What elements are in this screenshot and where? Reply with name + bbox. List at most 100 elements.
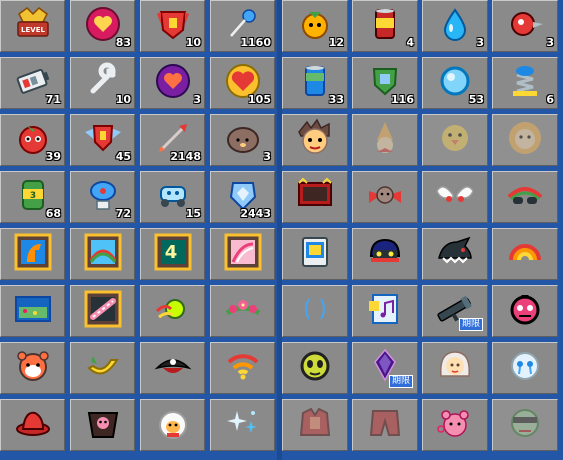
skull-mask-icon <box>505 289 545 329</box>
green-orb-icon <box>153 289 193 329</box>
doll-girl-icon <box>435 346 475 386</box>
inventory-slot-wifi-signal[interactable] <box>210 342 275 394</box>
inventory-slot-rainbow-goggles[interactable] <box>492 171 558 223</box>
soda-can-icon <box>365 4 405 44</box>
inventory-slot-spiky-hair-boy[interactable] <box>282 114 348 166</box>
inventory-slot-heart-locket[interactable]: 105 <box>210 57 275 109</box>
purple-coin-icon <box>153 61 193 101</box>
inventory-slot-spring-toy[interactable]: 6 <box>492 57 558 109</box>
inventory-slot-hedgehog[interactable]: 3 <box>210 114 275 166</box>
inventory-slot-red-monitor[interactable] <box>282 171 348 223</box>
inventory-slot-green-can[interactable]: 3 68 <box>0 171 65 223</box>
shark-hat-icon <box>435 232 475 272</box>
inventory-slot-alien-head[interactable] <box>282 342 348 394</box>
inventory-slot-shark-hat[interactable] <box>422 228 488 280</box>
inventory-slot-horse-frame[interactable] <box>0 228 65 280</box>
drill-icon <box>505 4 545 44</box>
svg-text:4: 4 <box>164 242 177 263</box>
skull-cape-icon <box>83 403 123 443</box>
whiskers-icon <box>295 289 335 329</box>
inventory-slot-soda-can[interactable]: 4 <box>352 0 418 52</box>
inventory-slot-wrench[interactable]: 10 <box>70 57 135 109</box>
inventory-slot-skull-mask[interactable] <box>492 285 558 337</box>
inventory-slot-masked-face[interactable] <box>492 399 558 451</box>
red-pants-icon <box>365 403 405 443</box>
inventory-slot-pink-frame[interactable] <box>210 228 275 280</box>
inventory-slot-purple-heart-coin[interactable]: 3 <box>140 57 205 109</box>
item-quantity: 105 <box>248 93 271 106</box>
item-quantity: 33 <box>328 93 344 106</box>
item-quantity: 3 <box>546 36 554 49</box>
inventory-slot-doll-girl[interactable] <box>422 342 488 394</box>
frame-horse-icon <box>13 232 53 272</box>
inventory-slot-lion-face[interactable] <box>492 114 558 166</box>
wifi-icon <box>223 346 263 386</box>
item-quantity: 68 <box>45 207 61 220</box>
inventory-slot-red-hat[interactable] <box>0 399 65 451</box>
inventory-slot-blue-device[interactable] <box>282 228 348 280</box>
red-hat-icon <box>13 403 53 443</box>
inventory-slot-landscape-card[interactable] <box>0 285 65 337</box>
item-quantity: 10 <box>115 93 131 106</box>
inventory-slot-satellite-dish[interactable]: 72 <box>70 171 135 223</box>
inventory-slot-drill-bot[interactable]: 3 <box>492 0 558 52</box>
inventory-slot-candy-frame[interactable] <box>70 285 135 337</box>
inventory-slot-white-wings[interactable] <box>422 171 488 223</box>
inventory-slot-sheep-doll[interactable] <box>140 399 205 451</box>
item-quantity: 53 <box>468 93 484 106</box>
inventory-slot-battery-item[interactable]: 71 <box>0 57 65 109</box>
inventory-slot-crying-ghost[interactable] <box>492 342 558 394</box>
inventory-slot-yellow-chick[interactable] <box>422 114 488 166</box>
inventory-slot-red-jacket[interactable] <box>282 399 348 451</box>
inventory-slot-level4-frame[interactable]: 4 <box>140 228 205 280</box>
inventory-slot-blue-pin[interactable]: 1160 <box>210 0 275 52</box>
frame-rainbow-icon <box>83 232 123 272</box>
inventory-slot-purple-crystal[interactable]: 期限 <box>352 342 418 394</box>
inventory-slot-party-hat-ghost[interactable] <box>352 114 418 166</box>
inventory-slot-orange-fruit-bot[interactable]: 12 <box>282 0 348 52</box>
inventory-slot-ribbon-bear[interactable] <box>352 171 418 223</box>
inventory-slot-robot-helmet[interactable] <box>352 228 418 280</box>
frame-pink-icon <box>223 232 263 272</box>
inventory-slot-sparkle-stars[interactable] <box>210 399 275 451</box>
yellow-boat-icon <box>83 346 123 386</box>
masked-face-icon <box>505 403 545 443</box>
inventory-slot-green-orb[interactable] <box>140 285 205 337</box>
inventory-slot-robot-car[interactable]: 15 <box>140 171 205 223</box>
inventory-slot-winged-shield[interactable]: 45 <box>70 114 135 166</box>
inventory-slot-dark-skull-cape[interactable] <box>70 399 135 451</box>
inventory-slot-rainbow-frame[interactable] <box>70 228 135 280</box>
helmet-icon <box>365 232 405 272</box>
item-quantity: 116 <box>391 93 414 106</box>
spring-icon <box>505 61 545 101</box>
svg-text:3: 3 <box>29 191 35 201</box>
svg-text:LEVEL: LEVEL <box>21 26 45 34</box>
inventory-slot-red-shield[interactable]: 10 <box>140 0 205 52</box>
inventory-slot-pirate-hat[interactable] <box>140 342 205 394</box>
inventory-slot-red-pants[interactable] <box>352 399 418 451</box>
inventory-slot-blue-can[interactable]: 33 <box>282 57 348 109</box>
inventory-slot-music-card[interactable] <box>352 285 418 337</box>
inventory-slot-red-panda[interactable] <box>0 342 65 394</box>
inventory-grid-right: 12 4 3 3 33 116 53 6 期限 期限 <box>282 0 563 451</box>
ribbon-bear-icon <box>365 175 405 215</box>
pink-bear-icon <box>435 403 475 443</box>
inventory-slot-level-badge[interactable]: LEVEL <box>0 0 65 52</box>
inventory-slot-pink-bear[interactable] <box>422 399 488 451</box>
inventory-slot-green-shield[interactable]: 116 <box>352 57 418 109</box>
music-card-icon <box>365 289 405 329</box>
inventory-slot-blue-whiskers[interactable] <box>282 285 348 337</box>
inventory-slot-rainbow-arch[interactable] <box>492 228 558 280</box>
inventory-slot-dart[interactable]: 2148 <box>140 114 205 166</box>
inventory-slot-bazooka[interactable]: 期限 <box>422 285 488 337</box>
inventory-slot-yellow-boat[interactable] <box>70 342 135 394</box>
item-quantity: 12 <box>328 36 344 49</box>
inventory-slot-flower-crown[interactable] <box>210 285 275 337</box>
alien-icon <box>295 346 335 386</box>
inventory-slot-magnifier-orb[interactable]: 53 <box>422 57 488 109</box>
inventory-slot-blue-gem-shield[interactable]: 2443 <box>210 171 275 223</box>
inventory-slot-pink-heart-coin[interactable]: 83 <box>70 0 135 52</box>
inventory-slot-water-drop[interactable]: 3 <box>422 0 488 52</box>
inventory-slot-strawberry-bot[interactable]: 39 <box>0 114 65 166</box>
red-monitor-icon <box>295 175 335 215</box>
